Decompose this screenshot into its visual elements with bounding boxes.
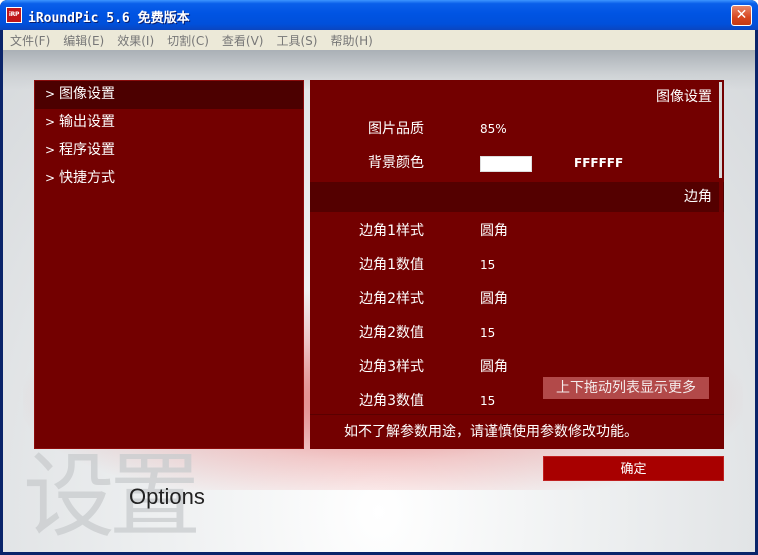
chevron-right-icon: >	[45, 143, 56, 157]
chevron-right-icon: >	[45, 87, 56, 101]
menu-cut[interactable]: 切割(C)	[160, 32, 215, 49]
setting-row-corner2-style[interactable]: 边角2样式 圆角	[310, 282, 724, 316]
chevron-right-icon: >	[45, 171, 56, 185]
setting-value[interactable]: 15	[480, 248, 495, 282]
nav-item-shortcuts[interactable]: > 快捷方式	[35, 165, 303, 193]
settings-scrollbar-thumb[interactable]	[719, 82, 722, 178]
setting-label: 边角2样式	[359, 291, 424, 307]
settings-nav: > 图像设置 > 输出设置 > 程序设置 > 快捷方式	[34, 80, 304, 449]
menu-file[interactable]: 文件(F)	[3, 32, 56, 49]
nav-item-label: 图像设置	[59, 86, 115, 102]
menu-view[interactable]: 查看(V)	[215, 32, 270, 49]
setting-label: 边角1样式	[359, 223, 424, 239]
warning-text: 如不了解参数用途，请谨慎使用参数修改功能。	[310, 415, 724, 449]
setting-label: 背景颜色	[368, 155, 424, 171]
section-header-image: 图像设置	[656, 89, 712, 105]
menu-bar: 文件(F) 编辑(E) 效果(I) 切割(C) 查看(V) 工具(S) 帮助(H…	[3, 30, 755, 50]
settings-list[interactable]: 图像设置 图片品质 85% 背景颜色 FFFFFF 边角 边角1样式 圆角 边角…	[310, 80, 724, 415]
setting-value[interactable]: 15	[480, 316, 495, 350]
app-logo-icon[interactable]: iRP	[6, 7, 22, 23]
setting-row-quality[interactable]: 图片品质 85%	[310, 112, 724, 146]
setting-row-bgcolor[interactable]: 背景颜色 FFFFFF	[310, 146, 724, 180]
setting-label: 边角2数值	[359, 325, 424, 341]
options-caption: Options	[129, 484, 205, 509]
nav-item-program-settings[interactable]: > 程序设置	[35, 137, 303, 165]
color-hex-value[interactable]: FFFFFF	[574, 146, 623, 180]
nav-item-label: 输出设置	[59, 114, 115, 130]
setting-value[interactable]: 15	[480, 384, 495, 415]
app-window: iRP iRoundPic 5.6 免费版本 ✕ 文件(F) 编辑(E) 效果(…	[0, 0, 758, 555]
options-dialog: 设置 Options > 图像设置 > 输出设置 > 程序设置 > 快捷方式 图像设置 …	[3, 50, 755, 552]
setting-row-corner1-value[interactable]: 边角1数值 15	[310, 248, 724, 282]
close-button[interactable]: ✕	[731, 5, 752, 26]
setting-row-corner2-value[interactable]: 边角2数值 15	[310, 316, 724, 350]
section-header-corner: 边角	[310, 182, 724, 212]
title-bar[interactable]: iRP iRoundPic 5.6 免费版本 ✕	[0, 0, 758, 30]
color-swatch[interactable]	[480, 156, 532, 172]
setting-label: 图片品质	[368, 121, 424, 137]
menu-edit[interactable]: 编辑(E)	[56, 32, 110, 49]
setting-label: 边角3样式	[359, 359, 424, 375]
chevron-right-icon: >	[45, 115, 56, 129]
nav-item-output-settings[interactable]: > 输出设置	[35, 109, 303, 137]
setting-value[interactable]: 圆角	[480, 350, 508, 384]
menu-effects[interactable]: 效果(I)	[110, 32, 160, 49]
setting-value[interactable]: 圆角	[480, 282, 508, 316]
setting-value[interactable]: 85%	[480, 112, 507, 146]
menu-tools[interactable]: 工具(S)	[269, 32, 323, 49]
nav-item-label: 程序设置	[59, 142, 115, 158]
nav-item-label: 快捷方式	[59, 170, 115, 186]
setting-row-corner1-style[interactable]: 边角1样式 圆角	[310, 214, 724, 248]
scroll-more-hint: 上下拖动列表显示更多	[543, 377, 709, 399]
window-title: iRoundPic 5.6 免费版本	[28, 11, 190, 26]
setting-value[interactable]: 圆角	[480, 214, 508, 248]
setting-label: 边角3数值	[359, 393, 424, 409]
menu-help[interactable]: 帮助(H)	[323, 32, 378, 49]
nav-item-image-settings[interactable]: > 图像设置	[35, 81, 303, 109]
setting-label: 边角1数值	[359, 257, 424, 273]
ok-button[interactable]: 确定	[543, 456, 724, 481]
